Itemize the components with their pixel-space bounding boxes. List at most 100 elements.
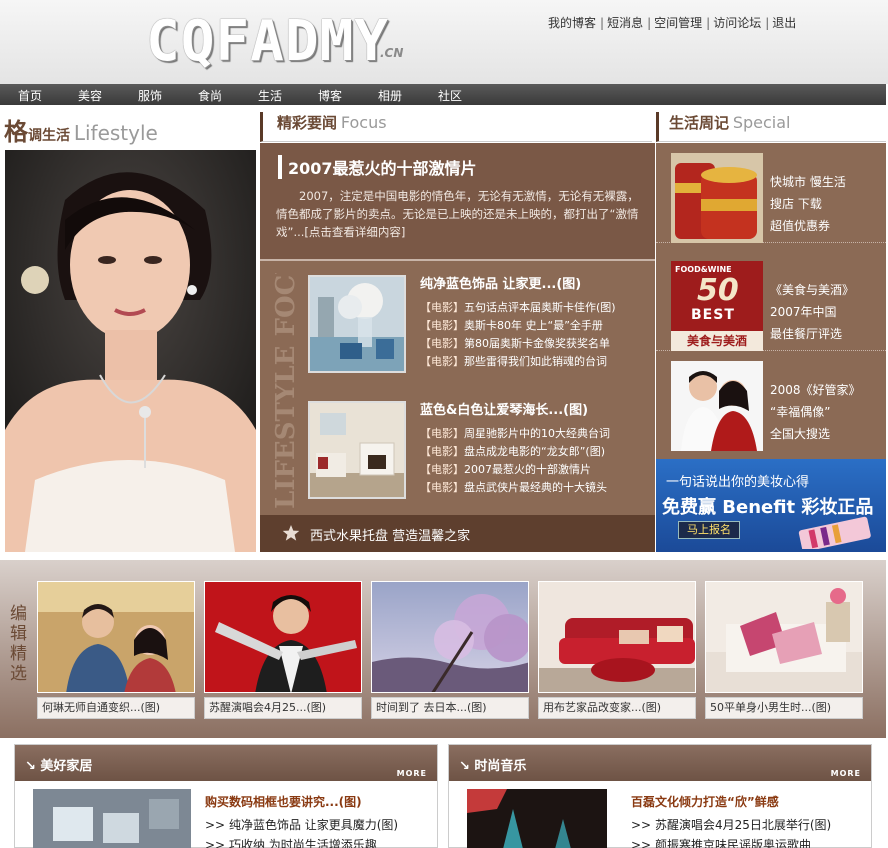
pick-item-2[interactable]: 苏醒演唱会4月25...(图) <box>204 581 362 719</box>
pick-image[interactable] <box>705 581 863 693</box>
focus-summary[interactable]: 2007，注定是中国电影的情色年，无论有无激情，无论有无裸露，情色都成了影片的卖… <box>276 187 641 241</box>
focus-heading: 精彩要闻 Focus <box>260 112 652 142</box>
signup-button[interactable]: 马上报名 <box>678 521 740 539</box>
pick-caption[interactable]: 用布艺家品改变家...(图) <box>538 697 696 719</box>
focus-heading-cn: 精彩要闻 <box>277 114 338 132</box>
benefit-line-1: 一句话说出你的美妆心得 <box>666 475 810 490</box>
panel-title: ↘ 时尚音乐 <box>459 759 527 774</box>
logout-link[interactable]: 退出 <box>772 16 796 30</box>
badge-best: BEST <box>691 307 735 323</box>
nav-beauty[interactable]: 美容 <box>78 87 102 104</box>
list-item[interactable]: >> 颜振寒推京味民谣版奥运歌曲 <box>631 835 831 848</box>
focus-headline[interactable]: 2007最惹火的十部激情片 <box>278 155 477 179</box>
list-item[interactable]: >> 纯净蓝色饰品 让家更具魔力(图) <box>205 815 398 835</box>
my-blog-link[interactable]: 我的博客 <box>548 16 596 30</box>
pick-item-4[interactable]: 用布艺家品改变家...(图) <box>538 581 696 719</box>
nav-home[interactable]: 首页 <box>18 87 42 104</box>
news-block-1-list: 【电影】五句话点评本届奥斯卡佳作(图) 【电影】奥斯卡80年 史上“最”全手册 … <box>420 299 616 371</box>
more-link[interactable]: MORE <box>397 769 427 778</box>
list-item[interactable]: 【电影】第80届奥斯卡金像奖获奖名单 <box>420 335 616 353</box>
list-item[interactable]: >> 苏醒演唱会4月25日北展举行(图) <box>631 815 831 835</box>
nav-blog[interactable]: 博客 <box>318 87 342 104</box>
featured-portrait-image[interactable] <box>5 150 256 552</box>
couple-photo-thumbnail[interactable] <box>671 361 763 451</box>
list-item[interactable]: 【电影】周星驰影片中的10大经典台词 <box>420 425 610 443</box>
pick-caption[interactable]: 何琳无师自通变织...(图) <box>37 697 195 719</box>
news-block-2-headline[interactable]: 蓝色&白色让爱琴海长...(图) <box>420 399 588 418</box>
special-item-3: 2008《好管家》 “幸福偶像” 全国大搜选 <box>656 351 886 451</box>
list-item[interactable]: 【电影】2007最惹火的十部激情片 <box>420 461 610 479</box>
nav-community[interactable]: 社区 <box>438 87 462 104</box>
nav-life[interactable]: 生活 <box>258 87 282 104</box>
nav-food[interactable]: 食尚 <box>198 87 222 104</box>
special-heading-cn: 生活周记 <box>669 114 730 132</box>
focus-bottom-link[interactable]: 西式水果托盘 营造温馨之家 <box>310 525 470 544</box>
pick-caption[interactable]: 时间到了 去日本...(图) <box>371 697 529 719</box>
lifestyle-focus-vertical-text: LIFESTYLE FOCUS <box>271 273 301 509</box>
panel-headline[interactable]: 百磊文化倾力打造“欣”鲜感 <box>631 793 779 810</box>
lifestyle-heading-en: Lifestyle <box>73 121 158 145</box>
lifestyle-heading: 格调生活 Lifestyle <box>4 112 254 146</box>
main-nav: 首页 美容 服饰 食尚 生活 博客 相册 社区 <box>0 84 886 105</box>
list-item[interactable]: 超值优惠券 <box>770 215 846 237</box>
concert-thumbnail[interactable] <box>467 789 607 848</box>
white-room-thumbnail[interactable] <box>308 401 406 499</box>
pick-item-5[interactable]: 50平单身小男生时...(图) <box>705 581 863 719</box>
special-panel: 快城市 慢生活 搜店 下载 超值优惠券 FOOD&WINE 50 BEST 美食… <box>656 143 886 552</box>
top-links: 我的博客 | 短消息 | 空间管理 | 访问论坛 | 退出 <box>548 16 797 30</box>
list-item[interactable]: 全国大搜选 <box>770 423 861 445</box>
pick-caption[interactable]: 苏醒演唱会4月25...(图) <box>204 697 362 719</box>
blue-decor-thumbnail[interactable] <box>308 275 406 373</box>
nav-fashion[interactable]: 服饰 <box>138 87 162 104</box>
special-item-1-lines: 快城市 慢生活 搜店 下载 超值优惠券 <box>770 171 846 237</box>
list-item[interactable]: 【电影】五句话点评本届奥斯卡佳作(图) <box>420 299 616 317</box>
site-logo[interactable]: CQFADMY <box>146 12 389 72</box>
editor-picks-label: 编辑精选 <box>10 604 27 684</box>
pick-caption[interactable]: 50平单身小男生时...(图) <box>705 697 863 719</box>
list-item[interactable]: 【电影】奥斯卡80年 史上“最”全手册 <box>420 317 616 335</box>
list-item[interactable]: 2007年中国 <box>770 301 854 323</box>
list-item[interactable]: 2008《好管家》 <box>770 379 861 401</box>
badge-cn: 美食与美酒 <box>671 331 763 351</box>
pick-image[interactable] <box>538 581 696 693</box>
news-block-1-headline[interactable]: 纯净蓝色饰品 让家更...(图) <box>420 273 581 292</box>
messages-link[interactable]: 短消息 <box>607 16 643 30</box>
food-wine-magazine-thumbnail[interactable]: FOOD&WINE 50 BEST 美食与美酒 <box>671 261 763 351</box>
nav-album[interactable]: 相册 <box>378 87 402 104</box>
panel-header: ↘ 时尚音乐 MORE <box>449 745 871 781</box>
arrow-icon: ↘ <box>25 759 41 774</box>
benefit-promo-banner[interactable]: 一句话说出你的美妆心得 免费赢 Benefit 彩妆正品 马上报名 <box>656 459 886 552</box>
pick-image[interactable] <box>204 581 362 693</box>
list-item[interactable]: >> 巧收纳 为时尚生活增添乐趣 <box>205 835 398 848</box>
panel-list: >> 纯净蓝色饰品 让家更具魔力(图) >> 巧收纳 为时尚生活增添乐趣 <box>205 815 398 848</box>
badge-number: 50 <box>697 273 739 308</box>
panel-list: >> 苏醒演唱会4月25日北展举行(图) >> 颜振寒推京味民谣版奥运歌曲 <box>631 815 831 848</box>
pick-image[interactable] <box>371 581 529 693</box>
list-item[interactable]: 【电影】盘点成龙电影的“龙女郎”(图) <box>420 443 610 461</box>
focus-bottom-bar: 西式水果托盘 营造温馨之家 <box>260 515 655 552</box>
forum-link[interactable]: 访问论坛 <box>713 16 761 30</box>
news-block-2-list: 【电影】周星驰影片中的10大经典台词 【电影】盘点成龙电影的“龙女郎”(图) 【… <box>420 425 610 497</box>
vertical-text: LIFESTYLE FOCUS <box>271 273 301 509</box>
special-heading: 生活周记 Special <box>656 112 886 142</box>
space-admin-link[interactable]: 空间管理 <box>654 16 702 30</box>
more-link[interactable]: MORE <box>831 769 861 778</box>
list-item[interactable]: 《美食与美酒》 <box>770 279 854 301</box>
panel-headline[interactable]: 购买数码相框也要讲究...(图) <box>205 793 362 810</box>
double-arrow-icon: >> <box>631 818 655 832</box>
tin-can-thumbnail[interactable] <box>671 153 763 243</box>
list-item[interactable]: 【电影】那些雷得我们如此销魂的台词 <box>420 353 616 371</box>
arrow-icon: ↘ <box>459 759 475 774</box>
list-item[interactable]: 快城市 慢生活 <box>770 171 846 193</box>
pick-item-3[interactable]: 时间到了 去日本...(图) <box>371 581 529 719</box>
pick-item-1[interactable]: 何琳无师自通变织...(图) <box>37 581 195 719</box>
digital-frame-thumbnail[interactable] <box>33 789 191 848</box>
pick-image[interactable] <box>37 581 195 693</box>
list-item[interactable]: 搜店 下载 <box>770 193 846 215</box>
panel-title: ↘ 美好家居 <box>25 759 93 774</box>
special-item-2-lines: 《美食与美酒》 2007年中国 最佳餐厅评选 <box>770 279 854 345</box>
logo-domain-suffix: .CN <box>380 46 404 60</box>
list-item[interactable]: “幸福偶像” <box>770 401 861 423</box>
list-item[interactable]: 最佳餐厅评选 <box>770 323 854 345</box>
list-item[interactable]: 【电影】盘点武侠片最经典的十大镜头 <box>420 479 610 497</box>
